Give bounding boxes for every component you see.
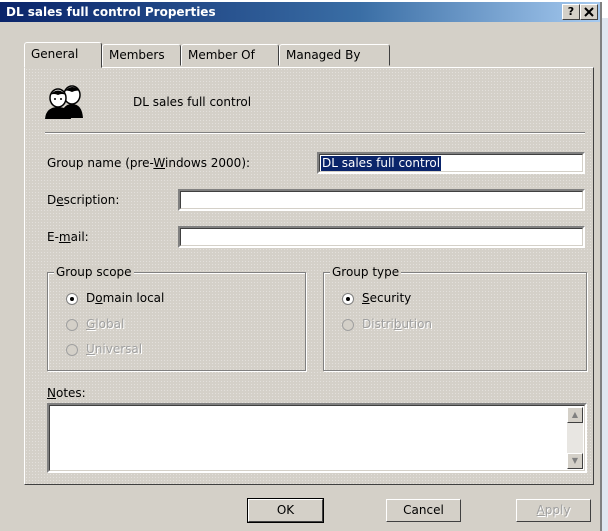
- group-scope-title: Group scope: [54, 265, 134, 279]
- group-name-value: DL sales full control: [321, 156, 442, 171]
- close-icon: [584, 7, 594, 17]
- group-name-label: Group name (pre-Windows 2000):: [47, 156, 251, 170]
- scroll-down-icon[interactable]: ▼: [567, 453, 583, 469]
- security-radio[interactable]: [342, 293, 354, 305]
- group-scope-box: Group scope Domain local Global Universa…: [47, 265, 306, 371]
- description-field[interactable]: [178, 189, 585, 211]
- window-title: DL sales full control Properties: [6, 5, 216, 19]
- tab-member-of-label: Member Of: [188, 48, 255, 62]
- domain-local-radio[interactable]: [66, 293, 78, 305]
- email-label: E-mail:: [47, 230, 89, 244]
- help-button[interactable]: ?: [562, 4, 580, 20]
- email-field[interactable]: [178, 226, 585, 248]
- tab-members-label: Members: [109, 48, 165, 62]
- tab-managed-by[interactable]: Managed By: [279, 44, 390, 66]
- scroll-up-icon[interactable]: ▲: [567, 407, 583, 423]
- title-bar[interactable]: DL sales full control Properties ?: [0, 2, 600, 22]
- ok-button[interactable]: OK: [247, 498, 324, 523]
- distribution-radio[interactable]: [342, 319, 354, 331]
- distribution-label[interactable]: Distribution: [362, 317, 432, 331]
- notes-scrollbar[interactable]: ▲ ▼: [567, 407, 583, 469]
- group-users-icon: [45, 85, 83, 119]
- group-name-field[interactable]: DL sales full control: [317, 152, 585, 174]
- group-display-name: DL sales full control: [133, 95, 252, 109]
- notes-label: Notes:: [47, 386, 86, 400]
- tab-member-of[interactable]: Member Of: [181, 44, 279, 66]
- global-radio[interactable]: [66, 319, 78, 331]
- tab-general[interactable]: General: [24, 42, 102, 68]
- notes-textarea[interactable]: ▲ ▼: [47, 403, 587, 473]
- properties-dialog: DL sales full control Properties ? Gener…: [0, 2, 602, 531]
- close-button[interactable]: [580, 4, 598, 20]
- group-type-title: Group type: [330, 265, 402, 279]
- group-type-box: Group type Security Distribution: [323, 265, 587, 371]
- apply-button[interactable]: Apply: [516, 499, 591, 522]
- tab-managed-by-label: Managed By: [286, 48, 361, 62]
- universal-radio[interactable]: [66, 344, 78, 356]
- cancel-button[interactable]: Cancel: [386, 499, 461, 522]
- domain-local-label[interactable]: Domain local: [86, 291, 164, 305]
- header-divider: [45, 132, 585, 134]
- security-label[interactable]: Security: [362, 291, 411, 305]
- global-label[interactable]: Global: [86, 317, 124, 331]
- description-label: Description:: [47, 193, 120, 207]
- tab-general-label: General: [31, 47, 79, 61]
- tab-members[interactable]: Members: [102, 44, 181, 66]
- general-tab-panel: DL sales full control Group name (pre-Wi…: [24, 67, 594, 485]
- universal-label[interactable]: Universal: [86, 342, 142, 356]
